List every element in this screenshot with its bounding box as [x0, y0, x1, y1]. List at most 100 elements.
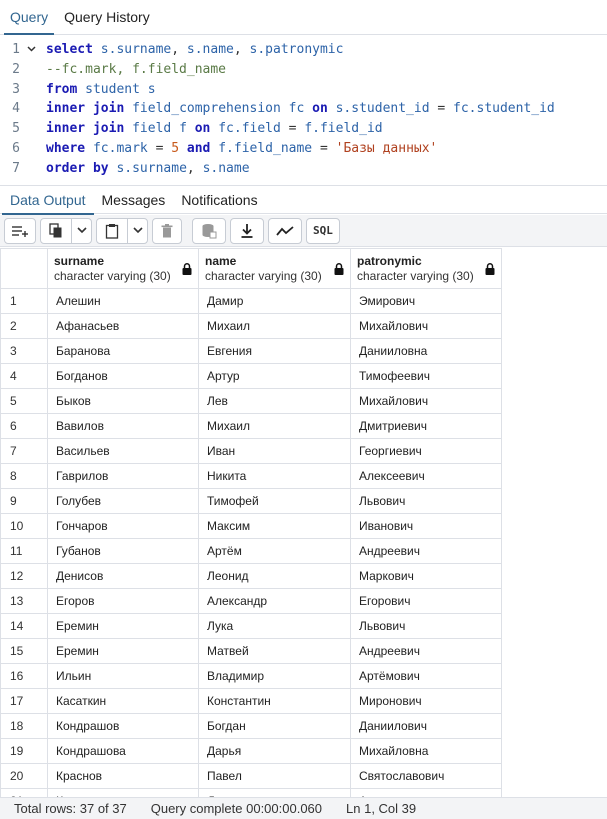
cell-name[interactable]: Константин	[198, 688, 351, 714]
row-number[interactable]: 8	[0, 463, 48, 489]
cell-surname[interactable]: Еремин	[47, 613, 199, 639]
table-row[interactable]: 18 Кондрашов Богдан Даниилович	[0, 713, 502, 739]
cell-patronymic[interactable]: Эмирович	[350, 288, 502, 314]
cell-patronymic[interactable]: Тимофеевич	[350, 363, 502, 389]
table-row[interactable]: 11 Губанов Артём Андреевич	[0, 538, 502, 564]
row-number[interactable]: 3	[0, 338, 48, 364]
row-number[interactable]: 11	[0, 538, 48, 564]
cell-name[interactable]: Дамир	[198, 288, 351, 314]
table-row[interactable]: 6 Вавилов Михаил Дмитриевич	[0, 413, 502, 439]
cell-surname[interactable]: Баранова	[47, 338, 199, 364]
cell-patronymic[interactable]: Артёмович	[350, 663, 502, 689]
cell-name[interactable]: Лука	[198, 613, 351, 639]
table-row[interactable]: 21КрыловаДарьяАндреевна	[0, 788, 502, 797]
table-row[interactable]: 13 Егоров Александр Егорович	[0, 588, 502, 614]
cell-patronymic[interactable]: Даниилович	[350, 713, 502, 739]
sql-button[interactable]: SQL	[306, 217, 340, 244]
cell-patronymic[interactable]: Львович	[350, 613, 502, 639]
row-number[interactable]: 4	[0, 363, 48, 389]
table-row[interactable]: 16 Ильин Владимир Артёмович	[0, 663, 502, 689]
cell-patronymic[interactable]: Георгиевич	[350, 438, 502, 464]
cell-surname[interactable]: Голубев	[47, 488, 199, 514]
tab-query[interactable]: Query	[4, 0, 55, 35]
cell-patronymic[interactable]: Львович	[350, 488, 502, 514]
table-row[interactable]: 8 Гаврилов Никита Алексеевич	[0, 463, 502, 489]
cell-patronymic[interactable]: Михайловна	[350, 738, 502, 764]
cell-name[interactable]: Александр	[198, 588, 351, 614]
row-number[interactable]: 17	[0, 688, 48, 714]
cell-surname[interactable]: Денисов	[47, 563, 199, 589]
cell-surname[interactable]: Богданов	[47, 363, 199, 389]
cell-surname[interactable]: Касаткин	[47, 688, 199, 714]
cell-patronymic[interactable]: Алексеевич	[350, 463, 502, 489]
tab-notifications[interactable]: Notifications	[173, 186, 265, 214]
cell-patronymic[interactable]: Андреевич	[350, 638, 502, 664]
cell-surname[interactable]: Гончаров	[47, 513, 199, 539]
cell-name[interactable]: Владимир	[198, 663, 351, 689]
row-number[interactable]: 18	[0, 713, 48, 739]
row-number[interactable]: 21	[0, 788, 48, 797]
table-row[interactable]: 12 Денисов Леонид Маркович	[0, 563, 502, 589]
sql-editor[interactable]: 1 2 3 4 5 6 7 select s.surname, s.name, s.patr…	[0, 36, 607, 180]
cell-surname[interactable]: Гаврилов	[47, 463, 199, 489]
cell-surname[interactable]: Крылова	[47, 788, 199, 797]
cell-name[interactable]: Леонид	[198, 563, 351, 589]
table-row[interactable]: 1 Алешин Дамир Эмирович	[0, 288, 502, 314]
column-header-patronymic[interactable]: patronymic character varying (30)	[350, 248, 502, 289]
row-number[interactable]: 19	[0, 738, 48, 764]
row-number[interactable]: 14	[0, 613, 48, 639]
row-number[interactable]: 16	[0, 663, 48, 689]
cell-patronymic[interactable]: Данииловна	[350, 338, 502, 364]
copy-button[interactable]	[41, 219, 71, 243]
cell-name[interactable]: Тимофей	[198, 488, 351, 514]
tab-query-history[interactable]: Query History	[58, 0, 156, 34]
cell-surname[interactable]: Алешин	[47, 288, 199, 314]
tab-data-output[interactable]: Data Output	[2, 186, 94, 215]
row-number[interactable]: 9	[0, 488, 48, 514]
cell-name[interactable]: Иван	[198, 438, 351, 464]
table-row[interactable]: 20 Краснов Павел Святославович	[0, 763, 502, 789]
cell-patronymic[interactable]: Миронович	[350, 688, 502, 714]
cell-name[interactable]: Никита	[198, 463, 351, 489]
table-row[interactable]: 9 Голубев Тимофей Львович	[0, 488, 502, 514]
cell-surname[interactable]: Васильев	[47, 438, 199, 464]
row-number[interactable]: 5	[0, 388, 48, 414]
cell-patronymic[interactable]: Михайлович	[350, 388, 502, 414]
cell-name[interactable]: Евгения	[198, 338, 351, 364]
cell-patronymic[interactable]: Святославович	[350, 763, 502, 789]
column-header-name[interactable]: name character varying (30)	[198, 248, 351, 289]
table-row[interactable]: 17 Касаткин Константин Миронович	[0, 688, 502, 714]
row-number[interactable]: 7	[0, 438, 48, 464]
cell-name[interactable]: Михаил	[198, 313, 351, 339]
cell-surname[interactable]: Еремин	[47, 638, 199, 664]
cell-surname[interactable]: Губанов	[47, 538, 199, 564]
cell-name[interactable]: Максим	[198, 513, 351, 539]
cell-name[interactable]: Дарья	[198, 738, 351, 764]
row-number[interactable]: 2	[0, 313, 48, 339]
save-data-button[interactable]	[192, 217, 226, 244]
code-area[interactable]: select s.surname, s.name, s.patronymic --…	[46, 40, 607, 179]
cell-name[interactable]: Богдан	[198, 713, 351, 739]
cell-surname[interactable]: Кондрашова	[47, 738, 199, 764]
add-row-button[interactable]	[4, 217, 36, 244]
table-row[interactable]: 4 Богданов Артур Тимофеевич	[0, 363, 502, 389]
cell-surname[interactable]: Быков	[47, 388, 199, 414]
table-row[interactable]: 19 Кондрашова Дарья Михайловна	[0, 738, 502, 764]
cell-surname[interactable]: Кондрашов	[47, 713, 199, 739]
cell-surname[interactable]: Вавилов	[47, 413, 199, 439]
row-number[interactable]: 20	[0, 763, 48, 789]
cell-patronymic[interactable]: Иванович	[350, 513, 502, 539]
cell-patronymic[interactable]: Андреевич	[350, 538, 502, 564]
cell-name[interactable]: Павел	[198, 763, 351, 789]
cell-surname[interactable]: Егоров	[47, 588, 199, 614]
cell-name[interactable]: Дарья	[198, 788, 351, 797]
cell-surname[interactable]: Ильин	[47, 663, 199, 689]
cell-patronymic[interactable]: Егорович	[350, 588, 502, 614]
row-number[interactable]: 10	[0, 513, 48, 539]
cell-surname[interactable]: Афанасьев	[47, 313, 199, 339]
cell-surname[interactable]: Краснов	[47, 763, 199, 789]
cell-patronymic[interactable]: Михайлович	[350, 313, 502, 339]
cell-name[interactable]: Матвей	[198, 638, 351, 664]
table-row[interactable]: 7 Васильев Иван Георгиевич	[0, 438, 502, 464]
chevron-down-icon[interactable]	[24, 40, 38, 60]
